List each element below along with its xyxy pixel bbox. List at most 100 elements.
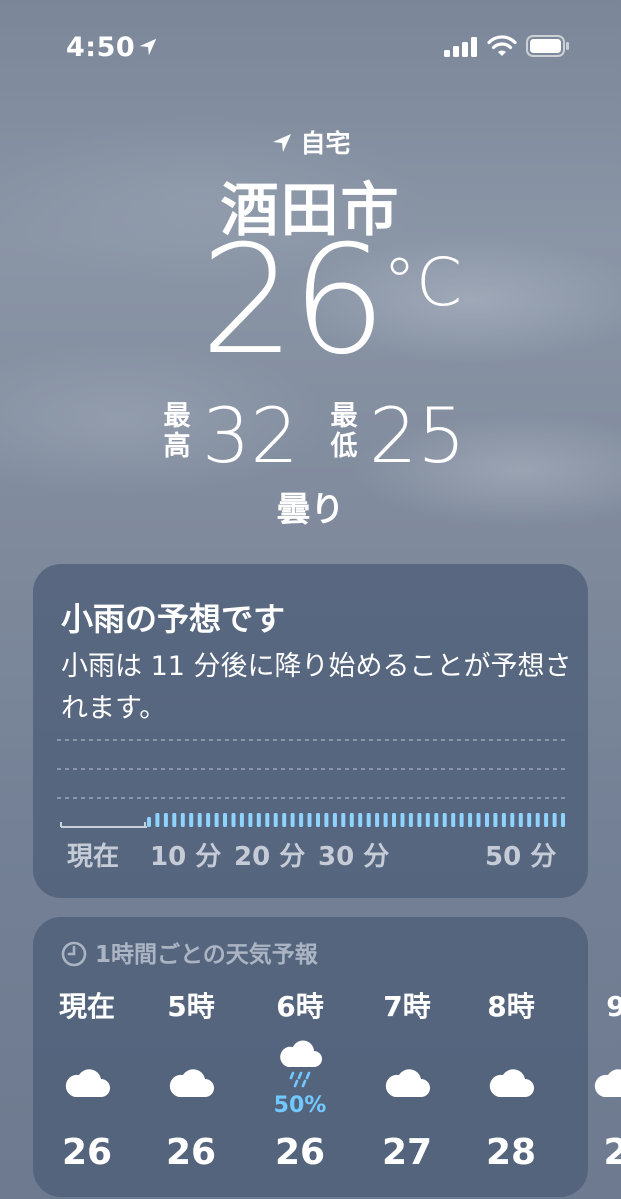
cloud-icon <box>61 1057 113 1109</box>
high-temperature: 32 <box>202 391 299 480</box>
rain-bar <box>172 813 177 827</box>
rain-bar <box>358 813 363 827</box>
hour-label: 7時 <box>383 990 431 1023</box>
hourly-item: 92 <box>566 987 621 1173</box>
axis-label-20: 20 分 <box>234 842 306 872</box>
axis-label-30: 30 分 <box>318 842 390 872</box>
weather-condition: 曇り <box>276 490 345 530</box>
hourly-item: 5時 26 <box>141 987 241 1173</box>
rain-bar <box>189 813 194 827</box>
rain-bar <box>459 813 464 827</box>
axis-label-10: 10 分 <box>150 842 222 872</box>
rain-bar <box>527 813 532 827</box>
hour-temperature: 26 <box>61 1132 113 1173</box>
location-label: 自宅 <box>0 124 621 160</box>
axis-label-50: 50 分 <box>485 842 557 872</box>
cloud-icon <box>590 1057 621 1109</box>
rain-bar <box>316 813 320 827</box>
cellular-signal-icon <box>444 37 477 57</box>
rain-bar <box>485 813 489 827</box>
hourly-item: 現在 26 <box>37 987 137 1173</box>
low-temperature: 25 <box>369 391 466 480</box>
rain-bar <box>400 813 405 827</box>
high-low-temperatures: 最高 32 最低 25 <box>162 398 482 478</box>
hour-temperature: 28 <box>485 1132 537 1173</box>
rain-bar <box>493 813 498 827</box>
rain-bar <box>518 813 523 827</box>
rain-bar <box>332 813 337 827</box>
rain-bar <box>476 813 481 827</box>
location-arrow-icon <box>139 38 157 56</box>
hour-temperature: 2 <box>603 1132 621 1173</box>
rain-bar <box>307 813 312 827</box>
rain-bar <box>408 813 413 827</box>
rain-bar <box>366 813 371 827</box>
hourly-item: 6時 50% 26 <box>250 987 350 1173</box>
location-arrow-icon <box>273 134 292 152</box>
cloud-icon <box>165 1057 217 1109</box>
hour-label: 6時 <box>276 990 324 1023</box>
hourly-item: 8時 28 <box>461 987 561 1173</box>
rain-bar <box>147 817 151 827</box>
rain-bar <box>442 813 447 827</box>
rain-bar <box>256 813 261 827</box>
cloud-rain-icon <box>274 1037 326 1089</box>
rain-bar <box>552 813 557 827</box>
rain-bar <box>535 813 540 827</box>
high-label: 最高 <box>163 401 191 462</box>
hour-temperature: 27 <box>381 1132 433 1173</box>
rain-bar <box>214 813 219 827</box>
hour-temperature: 26 <box>274 1132 326 1173</box>
hour-label: 5時 <box>167 990 215 1023</box>
rain-bar <box>341 813 346 827</box>
clock-icon <box>61 941 87 967</box>
precipitation-chart <box>57 739 567 828</box>
rain-bar <box>544 813 549 827</box>
hourly-header: 1時間ごとの天気予報 <box>61 935 318 969</box>
rain-bar <box>417 813 422 827</box>
rain-bar <box>561 813 565 827</box>
rain-bar <box>155 813 160 827</box>
precipitation-chance: 50% <box>273 1093 327 1118</box>
temperature-unit: °C <box>383 244 463 321</box>
hour-temperature: 26 <box>165 1132 217 1173</box>
rain-bar <box>434 813 439 827</box>
rain-bar <box>163 813 168 827</box>
rain-bar <box>299 813 304 827</box>
axis-label-now: 現在 <box>67 842 120 872</box>
rain-bar <box>324 813 329 827</box>
rain-bar <box>180 813 185 827</box>
rain-bar <box>468 813 473 827</box>
hour-label: 現在 <box>58 990 115 1023</box>
hourly-forecast-card[interactable]: 1時間ごとの天気予報 現在 26 5時 26 6時 50% 26 7時 27 8時 28 9 2 <box>33 917 621 1197</box>
rain-bar <box>265 813 270 827</box>
rain-bar <box>349 813 354 827</box>
rain-bar <box>231 813 236 827</box>
low-label: 最低 <box>330 401 358 462</box>
rain-bar <box>510 813 515 827</box>
rain-bar <box>501 813 506 827</box>
precipitation-title: 小雨の予想です <box>61 600 286 638</box>
location-name: 自宅 <box>300 129 351 158</box>
rain-bar <box>282 813 287 827</box>
hourly-item: 7時 27 <box>357 987 457 1173</box>
rain-bar <box>223 813 227 827</box>
hour-label: 9 <box>606 990 621 1023</box>
rain-bar <box>197 813 202 827</box>
rain-bar <box>206 813 211 827</box>
rain-bar <box>375 813 380 827</box>
precipitation-card[interactable]: 小雨の予想です 小雨は 11 分後に降り始めることが予想されます。 現在 10 … <box>33 564 588 898</box>
rain-bar <box>290 813 295 827</box>
precipitation-description: 小雨は 11 分後に降り始めることが予想されます。 <box>61 651 572 724</box>
rain-bar <box>239 813 244 827</box>
rain-bar <box>392 813 396 827</box>
rain-bar <box>248 813 253 827</box>
rain-bar <box>273 813 278 827</box>
rain-bar <box>425 813 430 827</box>
cloud-icon <box>381 1057 433 1109</box>
wifi-icon <box>487 35 517 56</box>
hour-label: 8時 <box>487 990 535 1023</box>
current-temperature: 26 <box>200 214 387 388</box>
rain-bar <box>383 813 388 827</box>
status-time: 4:50 <box>66 32 136 63</box>
